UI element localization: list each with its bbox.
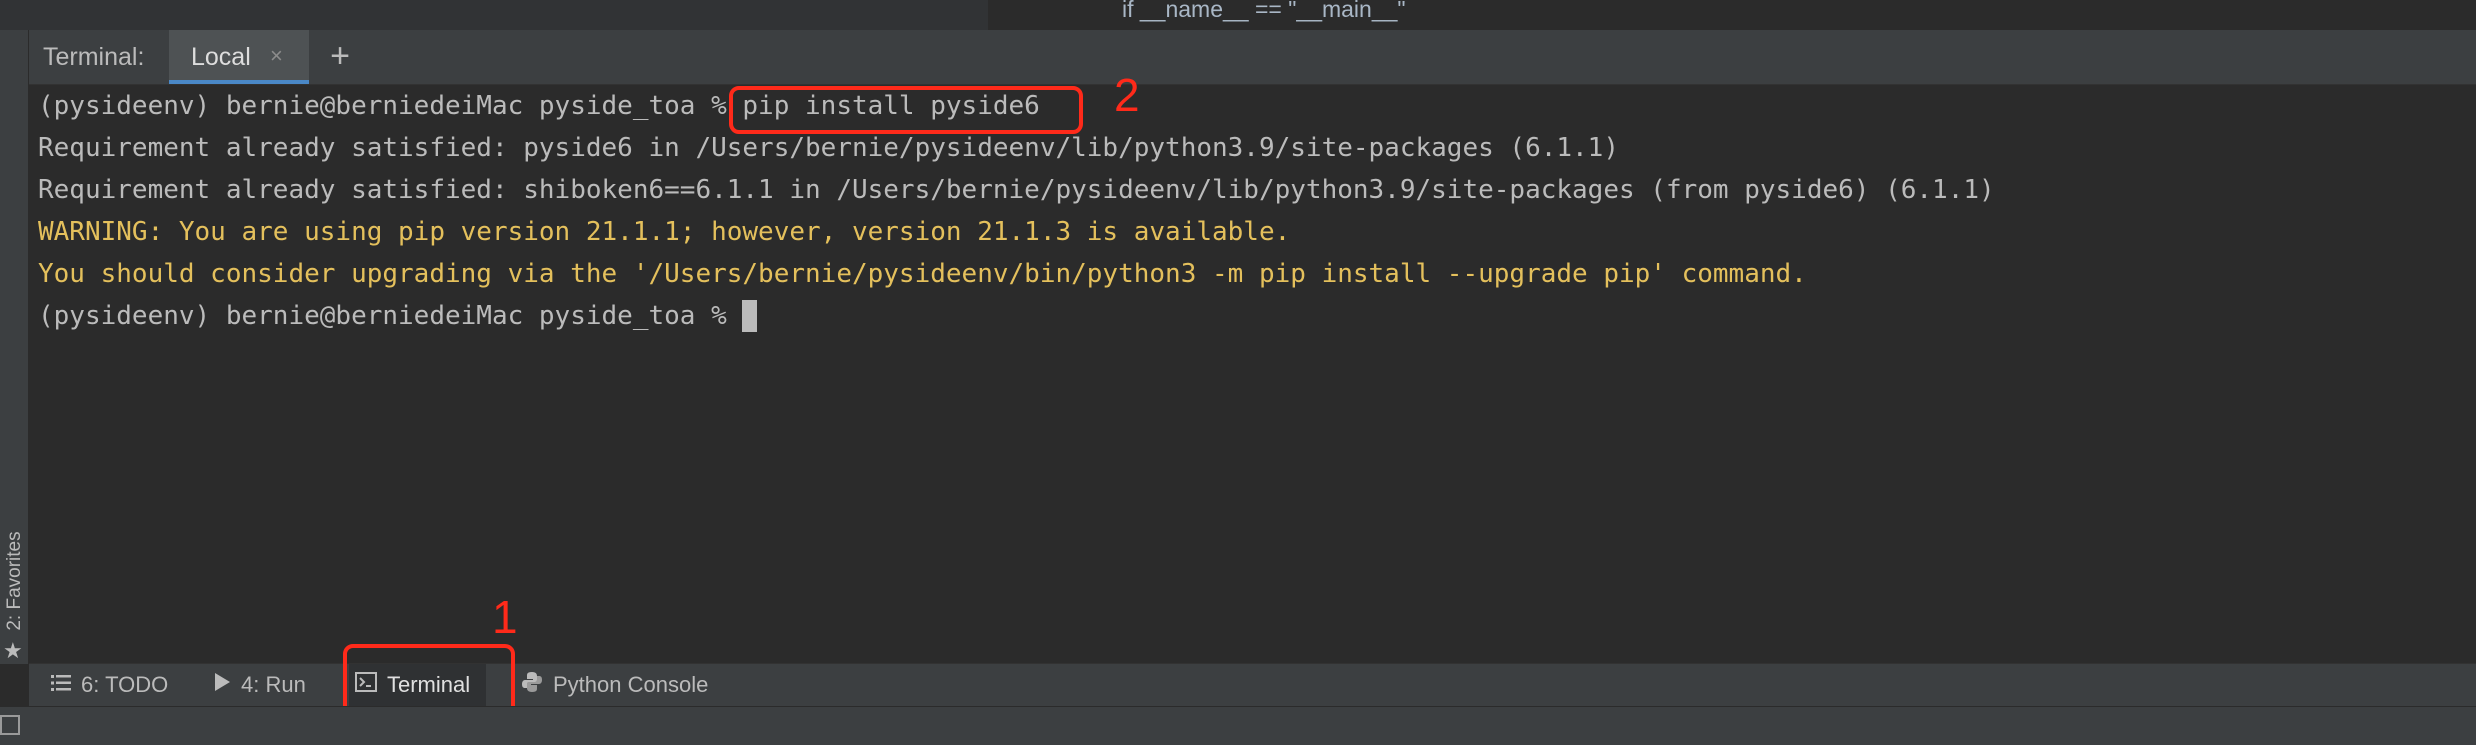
terminal-header: Terminal: Local × + [29, 30, 2476, 85]
tab-run-label: 4: Run [241, 672, 306, 697]
editor-left-pane [0, 0, 988, 30]
code-line: if __name__ == "__main__" [1122, 0, 1406, 22]
terminal-warning-line: You should consider upgrading via the '/… [38, 259, 1807, 289]
editor-strip: if __name__ == "__main__" [0, 0, 2476, 30]
left-tool-strip: 2: Favorites ★ [0, 30, 29, 664]
star-icon: ★ [3, 638, 23, 663]
terminal-cursor [742, 300, 758, 332]
tab-python-console[interactable]: Python Console [521, 664, 708, 706]
prompt-text: (pysideenv) bernie@berniedeiMac pyside_t… [38, 301, 743, 331]
close-icon[interactable]: × [270, 43, 283, 69]
python-icon [521, 671, 543, 699]
active-tab-indicator [169, 80, 309, 84]
terminal-output[interactable]: (pysideenv) bernie@berniedeiMac pyside_t… [29, 85, 2476, 663]
tab-todo-label: 6: TODO [81, 672, 169, 697]
list-icon [51, 672, 71, 698]
favorites-tool-button[interactable]: 2: Favorites ★ [0, 510, 28, 670]
terminal-warning-line: WARNING: You are using pip version 21.1.… [38, 217, 1291, 247]
tab-local[interactable]: Local × [169, 30, 309, 84]
tab-run[interactable]: 4: Run [213, 664, 306, 706]
tab-todo[interactable]: 6: TODO [51, 664, 168, 706]
terminal-title: Terminal: [43, 43, 145, 71]
annotation-number: 1 [492, 591, 518, 643]
add-tab-button[interactable]: + [325, 36, 355, 76]
annotation-box-command [729, 86, 1083, 134]
favorites-label: 2: Favorites [4, 531, 25, 631]
play-icon [213, 672, 231, 698]
terminal-prompt-line: (pysideenv) bernie@berniedeiMac pyside_t… [38, 300, 758, 332]
annotation-number: 2 [1114, 69, 1140, 121]
tab-local-label: Local [191, 43, 251, 71]
terminal-line: Requirement already satisfied: pyside6 i… [38, 133, 1619, 163]
tab-python-console-label: Python Console [553, 672, 709, 697]
layout-toggle-icon[interactable] [0, 715, 20, 735]
status-bar [0, 706, 2476, 745]
terminal-line: Requirement already satisfied: shiboken6… [38, 175, 1995, 205]
